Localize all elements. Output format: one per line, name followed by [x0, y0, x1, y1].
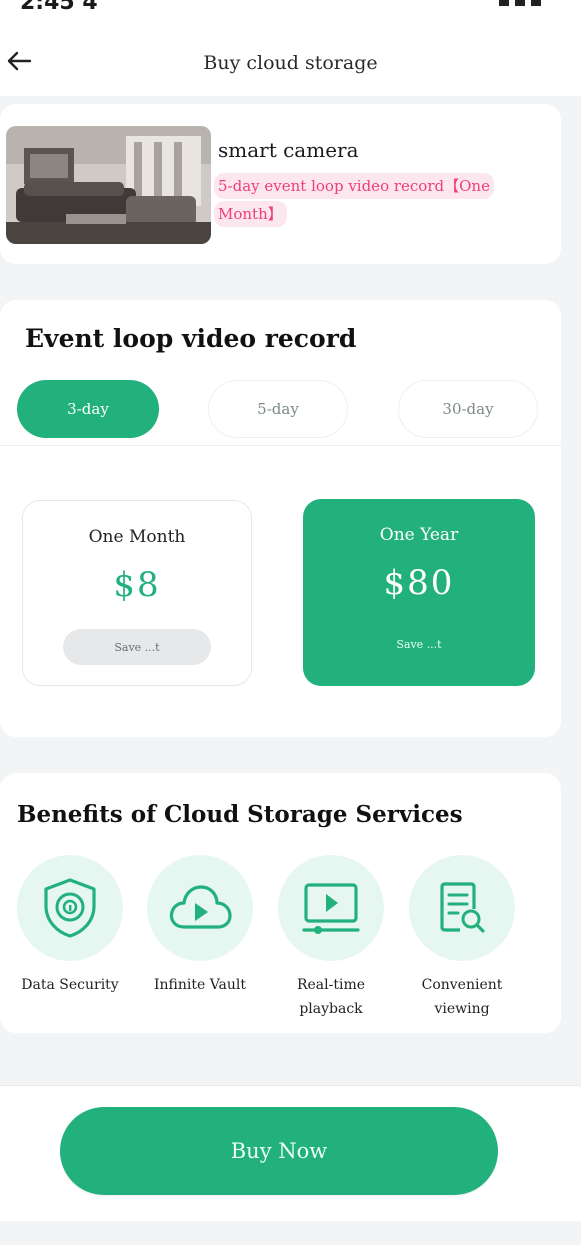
buy-now-button[interactable]: Buy Now: [60, 1107, 498, 1195]
status-bar: 2:45 4: [0, 0, 581, 18]
duration-tabs: 3-day 5-day 30-day: [0, 378, 561, 440]
benefit-label: Real-time playback: [296, 977, 366, 1017]
plan-price: $80: [383, 563, 455, 603]
product-description: 5-day event loop video record【One Month】: [214, 173, 494, 227]
benefit-data-security: Data Security: [10, 855, 130, 997]
benefit-icon-bg: [147, 855, 253, 961]
plan-period: One Month: [88, 527, 186, 547]
status-icons: [499, 0, 541, 8]
home-indicator-area: [0, 1221, 581, 1245]
benefit-icon-bg: [409, 855, 515, 961]
shield-lock-icon: [44, 878, 96, 938]
wifi-icon: [515, 0, 525, 6]
benefits-title: Benefits of Cloud Storage Services: [17, 801, 463, 828]
benefit-icon-bg: [17, 855, 123, 961]
benefit-label: Infinite Vault: [153, 977, 247, 993]
document-search-icon: [440, 882, 485, 933]
plan-price: $8: [113, 565, 161, 605]
plan-saving-note: Save ...t: [396, 638, 442, 651]
tab-3-day[interactable]: 3-day: [17, 380, 159, 438]
product-image: [6, 126, 211, 244]
benefit-real-time-playback: Real-time playback: [271, 855, 391, 1021]
benefit-infinite-vault: Infinite Vault: [140, 855, 260, 997]
plan-period: One Year: [379, 525, 459, 545]
tab-30-day[interactable]: 30-day: [398, 380, 538, 438]
tab-divider: [0, 445, 561, 446]
benefit-convenient-viewing: Convenient viewing: [402, 855, 522, 1021]
page-title: Buy cloud storage: [203, 52, 378, 74]
status-time: 2:45 4: [20, 0, 98, 15]
plan-saving-chip: Save ...t: [63, 629, 211, 665]
benefit-icon-bg: [278, 855, 384, 961]
video-playback-icon: [302, 883, 360, 934]
benefit-label: Convenient viewing: [421, 977, 503, 1017]
cloud-play-icon: [169, 885, 232, 929]
battery-icon: [531, 0, 541, 6]
plan-section-title: Event loop video record: [25, 324, 357, 353]
signal-icon: [499, 0, 509, 6]
product-name: smart camera: [218, 138, 359, 162]
top-bar: Buy cloud storage: [0, 18, 581, 96]
plan-option-one-year[interactable]: One Year $80 Save ...t: [303, 499, 535, 686]
benefit-label: Data Security: [21, 977, 119, 993]
product-plan-tag: 5-day event loop video record【One Month】: [214, 172, 546, 228]
plan-option-one-month[interactable]: One Month $8 Save ...t: [22, 500, 252, 686]
tab-5-day[interactable]: 5-day: [208, 380, 348, 438]
